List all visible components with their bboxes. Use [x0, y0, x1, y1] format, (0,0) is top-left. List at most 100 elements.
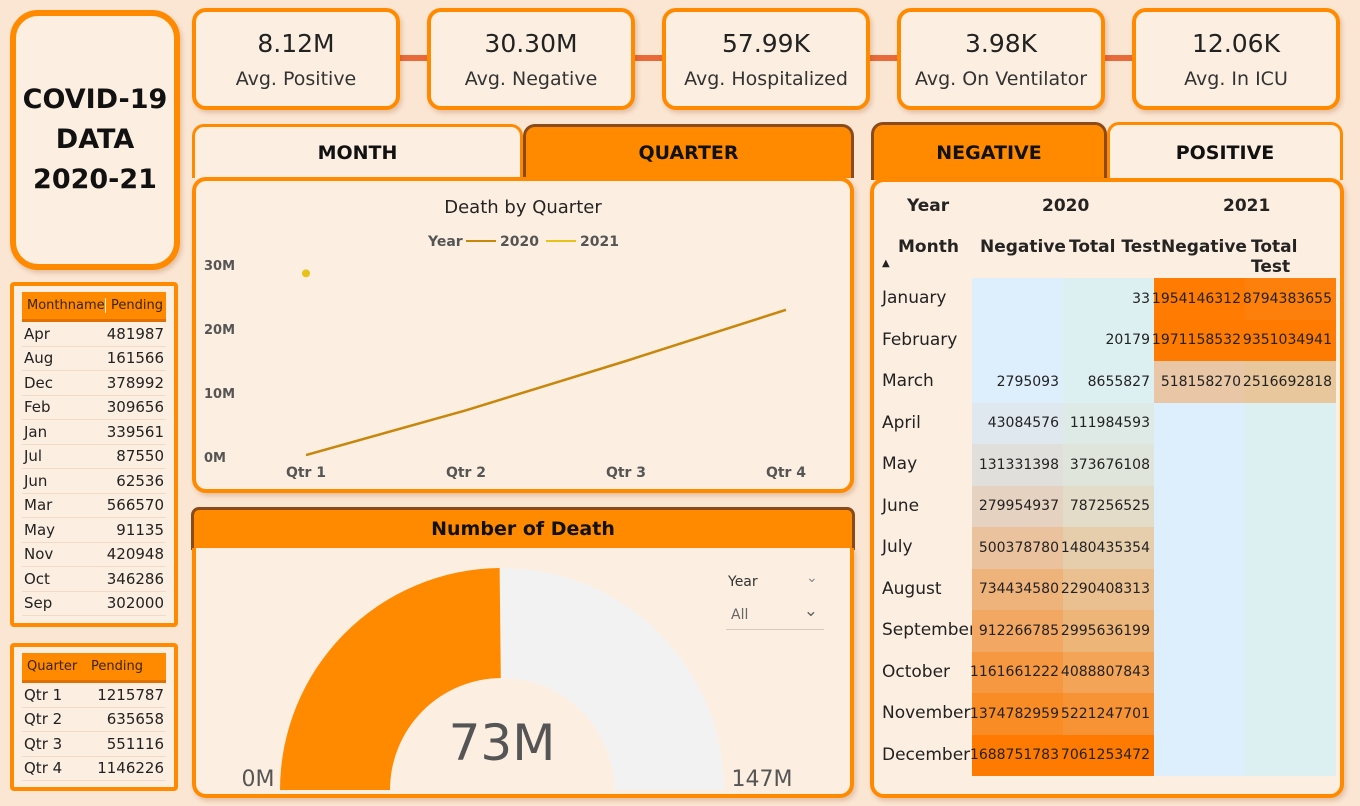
matrix-cell[interactable]: 9351034941: [1243, 319, 1336, 361]
negative-matrix: Year 2020 2021 Month ▲ Negative Total Te…: [870, 178, 1344, 798]
table-row[interactable]: Feb 309656: [22, 396, 166, 420]
matrix-cell[interactable]: [1154, 403, 1245, 445]
table-row[interactable]: Jun 62536: [22, 469, 166, 494]
matrix-cell[interactable]: 2516692818: [1243, 361, 1336, 403]
matrix-row-month[interactable]: February: [882, 330, 957, 350]
matrix-cell[interactable]: 2995636199: [1061, 610, 1154, 652]
matrix-cell[interactable]: [1154, 652, 1245, 694]
matrix-cell[interactable]: [1245, 486, 1336, 528]
kpi-connector: [866, 55, 900, 61]
matrix-cell[interactable]: 500378780: [972, 527, 1063, 569]
table-row[interactable]: Apr 481987: [22, 322, 166, 347]
matrix-cell[interactable]: [1245, 444, 1336, 486]
table-row[interactable]: Aug 161566: [22, 347, 166, 371]
matrix-cell[interactable]: [1154, 444, 1245, 486]
column-header-quarter[interactable]: Quarter: [22, 659, 86, 674]
matrix-cell[interactable]: 734434580: [972, 568, 1063, 610]
matrix-row-month[interactable]: March: [882, 371, 934, 391]
matrix-row-month[interactable]: July: [882, 537, 913, 557]
matrix-cell[interactable]: [1245, 569, 1336, 611]
tab-positive[interactable]: POSITIVE: [1107, 122, 1343, 180]
table-row[interactable]: Jul 87550: [22, 445, 166, 469]
table-row[interactable]: Jan 339561: [22, 420, 166, 445]
matrix-cell[interactable]: 8794383655: [1243, 278, 1336, 320]
matrix-cell[interactable]: 43084576: [972, 402, 1063, 444]
matrix-cell[interactable]: 1480435354: [1061, 527, 1154, 569]
matrix-cell[interactable]: [972, 278, 1063, 320]
matrix-cell[interactable]: [1245, 693, 1336, 735]
series-point-2021: [302, 269, 310, 278]
matrix-column-header[interactable]: Total Test: [1069, 237, 1160, 257]
matrix-cell[interactable]: [1154, 527, 1245, 569]
matrix-cell[interactable]: [972, 320, 1063, 362]
matrix-cell[interactable]: 131331398: [972, 444, 1063, 486]
matrix-column-header[interactable]: Negative: [980, 237, 1066, 257]
matrix-cell[interactable]: 5221247701: [1061, 693, 1154, 735]
legend-title: Year: [427, 234, 463, 250]
matrix-cell[interactable]: 279954937: [972, 485, 1063, 527]
matrix-row-month[interactable]: April: [882, 413, 921, 433]
matrix-cell[interactable]: [1245, 403, 1336, 445]
matrix-cell[interactable]: 1954146312: [1152, 278, 1245, 320]
matrix-cell[interactable]: 1374782959: [970, 693, 1063, 735]
matrix-cell[interactable]: 8655827: [1063, 361, 1154, 403]
matrix-cell[interactable]: [1154, 569, 1245, 611]
column-header-pending[interactable]: Pending: [106, 298, 163, 313]
matrix-cell[interactable]: [1154, 610, 1245, 652]
matrix-cell[interactable]: 2290408313: [1061, 568, 1154, 610]
matrix-cell[interactable]: 1161661222: [970, 651, 1063, 693]
matrix-cell[interactable]: 912266785: [972, 610, 1063, 652]
matrix-cell[interactable]: 33: [1063, 278, 1154, 320]
table-row[interactable]: Qtr 1 1215787: [22, 683, 166, 708]
kpi-avg-negative: 30.30M Avg. Negative: [427, 8, 635, 110]
matrix-cell[interactable]: 787256525: [1063, 485, 1154, 527]
table-row[interactable]: Qtr 4 1146226: [22, 757, 166, 781]
matrix-cell[interactable]: 7061253472: [1061, 734, 1154, 776]
table-row[interactable]: Oct 346286: [22, 567, 166, 592]
matrix-cell[interactable]: [1245, 610, 1336, 652]
matrix-row-month[interactable]: September: [882, 620, 976, 640]
table-row[interactable]: Qtr 2 635658: [22, 708, 166, 732]
table-row[interactable]: Nov 420948: [22, 543, 166, 567]
matrix-cell[interactable]: [1245, 652, 1336, 694]
column-header-monthname[interactable]: Monthname: [22, 298, 106, 313]
table-cell-pending: 566570: [106, 496, 164, 515]
matrix-cell[interactable]: 4088807843: [1061, 651, 1154, 693]
matrix-row-month[interactable]: December: [882, 745, 970, 765]
matrix-row-month[interactable]: November: [882, 703, 970, 723]
matrix-cell[interactable]: 518158270: [1154, 361, 1245, 403]
matrix-column-header[interactable]: Total Test: [1251, 237, 1340, 277]
matrix-month-header[interactable]: Month: [898, 237, 959, 257]
table-row[interactable]: Qtr 3 551116: [22, 732, 166, 757]
matrix-cell[interactable]: 2795093: [972, 361, 1063, 403]
matrix-cell[interactable]: 111984593: [1063, 402, 1154, 444]
tab-month[interactable]: MONTH: [192, 124, 523, 178]
tab-quarter[interactable]: QUARTER: [523, 124, 854, 178]
matrix-cell[interactable]: [1154, 486, 1245, 528]
table-row[interactable]: Sep 302000: [22, 592, 166, 616]
matrix-row-month[interactable]: May: [882, 454, 917, 474]
table-cell-name: Jan: [24, 422, 48, 441]
matrix-cell[interactable]: [1154, 735, 1245, 777]
sort-ascending-icon[interactable]: ▲: [882, 258, 890, 269]
matrix-row-month[interactable]: October: [882, 662, 950, 682]
table-row[interactable]: May 91135: [22, 518, 166, 543]
year-slicer-dropdown[interactable]: All ⌄: [726, 600, 824, 630]
matrix-cell[interactable]: 1688751783: [970, 734, 1063, 776]
matrix-row-month[interactable]: August: [882, 579, 942, 599]
matrix-row-month[interactable]: January: [882, 288, 946, 308]
tab-negative[interactable]: NEGATIVE: [871, 122, 1107, 180]
matrix-cell[interactable]: [1245, 735, 1336, 777]
matrix-cell[interactable]: 373676108: [1063, 444, 1154, 486]
matrix-row-month[interactable]: June: [882, 496, 919, 516]
matrix-column-header[interactable]: Negative: [1161, 237, 1247, 257]
matrix-cell[interactable]: 1971158532: [1152, 319, 1245, 361]
matrix-cell[interactable]: [1154, 693, 1245, 735]
table-row[interactable]: Dec 378992: [22, 371, 166, 396]
matrix-cell[interactable]: [1245, 527, 1336, 569]
table-cell-name: Qtr 2: [24, 710, 63, 729]
chevron-down-icon[interactable]: ⌄: [806, 570, 818, 586]
column-header-pending[interactable]: Pending: [86, 659, 143, 674]
matrix-cell[interactable]: 20179: [1063, 320, 1154, 362]
table-row[interactable]: Mar 566570: [22, 494, 166, 518]
